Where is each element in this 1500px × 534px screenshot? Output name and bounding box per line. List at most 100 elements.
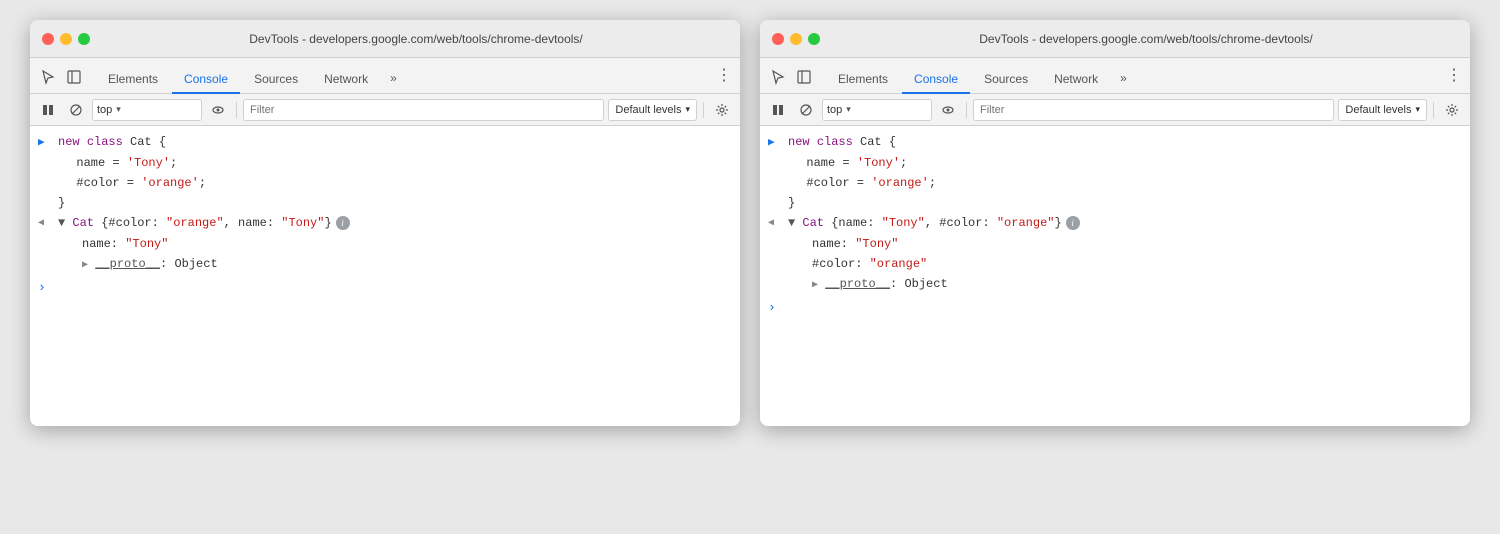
toolbar-divider-2-left [703, 102, 704, 118]
context-selector-left[interactable]: top ▾ [92, 99, 202, 121]
body-5-left: ▼ Cat {#color: "orange", name: "Tony"}i [58, 214, 732, 232]
console-line-2-right: name = 'Tony'; [760, 153, 1470, 173]
gutter-3-right [772, 174, 792, 175]
filter-input-right[interactable] [973, 99, 1334, 121]
gutter-5-right: ◀ [768, 214, 788, 233]
console-line-7-right: #color: "orange" [760, 254, 1470, 274]
tab-more-left[interactable]: » [382, 65, 405, 93]
close-button-left[interactable] [42, 33, 54, 45]
toolbar-divider-1-left [236, 102, 237, 118]
console-line-1-left: ▶ new class Cat { [30, 132, 740, 153]
prompt-arrow-left: › [38, 280, 46, 295]
log-levels-arrow-left: ▾ [685, 104, 690, 115]
gutter-6-left [38, 235, 58, 236]
gutter-2-left [42, 154, 62, 155]
console-prompt-right[interactable]: › [760, 296, 1470, 319]
gutter-5-left: ◀ [38, 214, 58, 233]
tab-sources-left[interactable]: Sources [242, 66, 310, 94]
pause-script-button-right[interactable] [766, 98, 790, 122]
console-output-left: ▶ new class Cat { name = 'Tony'; #color … [30, 126, 740, 426]
log-levels-arrow-right: ▾ [1415, 104, 1420, 115]
tab-bar-left: Elements Console Sources Network » ⋮ [30, 58, 740, 94]
eye-icon-left[interactable] [206, 98, 230, 122]
tab-more-right[interactable]: » [1112, 65, 1135, 93]
body-1-right: new class Cat { [788, 133, 1462, 151]
console-toolbar-left: top ▾ Default levels ▾ [30, 94, 740, 126]
console-line-5-left[interactable]: ◀ ▼ Cat {#color: "orange", name: "Tony"}… [30, 213, 740, 234]
gutter-4-left [38, 194, 58, 195]
log-levels-left[interactable]: Default levels ▾ [608, 99, 697, 121]
console-line-3-left: #color = 'orange'; [30, 173, 740, 193]
console-line-8-right[interactable]: ▶ __proto__: Object [760, 274, 1470, 296]
settings-icon-right[interactable] [1440, 98, 1464, 122]
console-line-6-right: name: "Tony" [760, 234, 1470, 254]
tab-elements-left[interactable]: Elements [96, 66, 170, 94]
context-selector-right[interactable]: top ▾ [822, 99, 932, 121]
body-8-right: ▶ __proto__: Object [788, 275, 1462, 295]
devtools-window-right: DevTools - developers.google.com/web/too… [760, 20, 1470, 426]
toolbar-divider-2-right [1433, 102, 1434, 118]
filter-input-left[interactable] [243, 99, 604, 121]
log-levels-right[interactable]: Default levels ▾ [1338, 99, 1427, 121]
gutter-1-left: ▶ [38, 133, 58, 152]
title-bar-right: DevTools - developers.google.com/web/too… [760, 20, 1470, 58]
tab-bar-icons-right [768, 67, 814, 93]
minimize-button-left[interactable] [60, 33, 72, 45]
tab-console-left[interactable]: Console [172, 66, 240, 94]
console-prompt-left[interactable]: › [30, 276, 740, 299]
minimize-button-right[interactable] [790, 33, 802, 45]
close-button-right[interactable] [772, 33, 784, 45]
console-line-4-left: } [30, 193, 740, 213]
console-line-4-right: } [760, 193, 1470, 213]
gutter-4-right [768, 194, 788, 195]
context-label-right: top [827, 104, 842, 116]
eye-icon-right[interactable] [936, 98, 960, 122]
gutter-8-right [768, 275, 788, 276]
console-line-5-right[interactable]: ◀ ▼ Cat {name: "Tony", #color: "orange"}… [760, 213, 1470, 234]
cursor-icon-left[interactable] [38, 67, 58, 87]
body-6-right: name: "Tony" [788, 235, 1462, 253]
tab-network-right[interactable]: Network [1042, 66, 1110, 94]
devtools-window-left: DevTools - developers.google.com/web/too… [30, 20, 740, 426]
pause-script-button-left[interactable] [36, 98, 60, 122]
log-levels-label-left: Default levels [615, 104, 681, 116]
window-title-right: DevTools - developers.google.com/web/too… [834, 32, 1458, 46]
dock-icon-left[interactable] [64, 67, 84, 87]
context-arrow-left: ▾ [116, 104, 121, 115]
gutter-1-right: ▶ [768, 133, 788, 152]
console-toolbar-right: top ▾ Default levels ▾ [760, 94, 1470, 126]
body-4-right: } [788, 194, 1462, 212]
log-levels-label-right: Default levels [1345, 104, 1411, 116]
maximize-button-right[interactable] [808, 33, 820, 45]
body-7-left: ▶ __proto__: Object [58, 255, 732, 275]
body-2-left: name = 'Tony'; [62, 154, 732, 172]
tab-console-right[interactable]: Console [902, 66, 970, 94]
gutter-2-right [772, 154, 792, 155]
console-line-6-left: name: "Tony" [30, 234, 740, 254]
toolbar-divider-1-right [966, 102, 967, 118]
tab-sources-right[interactable]: Sources [972, 66, 1040, 94]
traffic-lights-left [42, 33, 90, 45]
maximize-button-left[interactable] [78, 33, 90, 45]
gutter-6-right [768, 235, 788, 236]
context-arrow-right: ▾ [846, 104, 851, 115]
console-line-3-right: #color = 'orange'; [760, 173, 1470, 193]
cursor-icon-right[interactable] [768, 67, 788, 87]
body-7-right: #color: "orange" [788, 255, 1462, 273]
dock-icon-right[interactable] [794, 67, 814, 87]
settings-icon-left[interactable] [710, 98, 734, 122]
devtools-menu-right[interactable]: ⋮ [1446, 65, 1462, 93]
tab-bar-right: Elements Console Sources Network » ⋮ [760, 58, 1470, 94]
block-icon-left[interactable] [64, 98, 88, 122]
body-1-left: new class Cat { [58, 133, 732, 151]
block-icon-right[interactable] [794, 98, 818, 122]
console-line-7-left[interactable]: ▶ __proto__: Object [30, 254, 740, 276]
context-label-left: top [97, 104, 112, 116]
tab-elements-right[interactable]: Elements [826, 66, 900, 94]
devtools-menu-left[interactable]: ⋮ [716, 65, 732, 93]
console-line-2-left: name = 'Tony'; [30, 153, 740, 173]
traffic-lights-right [772, 33, 820, 45]
tab-network-left[interactable]: Network [312, 66, 380, 94]
window-title-left: DevTools - developers.google.com/web/too… [104, 32, 728, 46]
tab-bar-icons-left [38, 67, 84, 93]
